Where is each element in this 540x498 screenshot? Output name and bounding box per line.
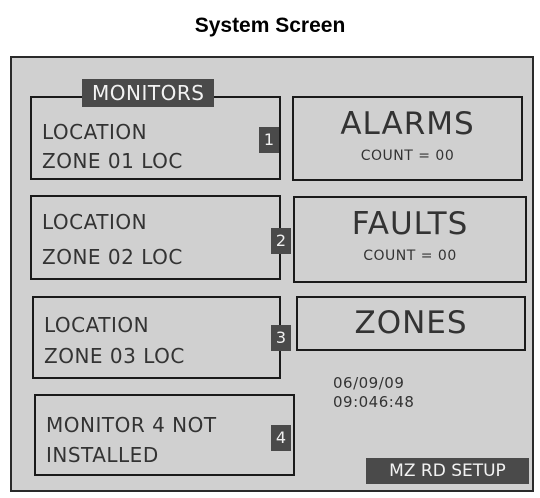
monitor-3-number-badge: 3 [271,325,291,351]
alarms-box[interactable]: ALARMS COUNT = 00 [292,96,523,181]
monitor-3-line2: ZONE 03 LOC [44,344,185,368]
zones-label: ZONES [354,305,468,341]
faults-box[interactable]: FAULTS COUNT = 00 [293,196,527,283]
monitor-2-line1: LOCATION [42,210,148,234]
monitor-2-number-badge: 2 [271,228,291,254]
monitor-4-box[interactable]: MONITOR 4 NOT INSTALLED 4 [34,394,295,476]
page-title: System Screen [194,14,346,37]
faults-label: FAULTS [351,206,469,242]
monitor-4-number-badge: 4 [271,425,291,451]
faults-count: COUNT = 00 [363,248,457,264]
monitor-1-box[interactable]: LOCATION ZONE 01 LOC 1 [30,96,281,180]
monitor-3-line1: LOCATION [44,313,150,337]
alarms-count: COUNT = 00 [360,148,455,164]
monitor-2-box[interactable]: LOCATION ZONE 02 LOC 2 [30,195,291,280]
monitors-header: MONITORS [82,79,215,107]
monitor-3-box[interactable]: LOCATION ZONE 03 LOC 3 [32,296,291,379]
monitor-1-line1: LOCATION [42,120,148,144]
zones-box[interactable]: ZONES [296,296,526,351]
monitor-4-line2: INSTALLED [46,443,159,467]
date-display: 06/09/09 [333,374,405,392]
monitor-2-line2: ZONE 02 LOC [42,245,183,269]
monitor-1-line2: ZONE 01 LOC [42,149,183,173]
time-display: 09:046:48 [333,393,415,411]
monitor-4-line1: MONITOR 4 NOT [46,413,217,437]
alarms-label: ALARMS [340,106,475,142]
monitor-1-number-badge: 1 [259,127,279,153]
mz-rd-setup-button[interactable]: MZ RD SETUP [366,458,529,484]
